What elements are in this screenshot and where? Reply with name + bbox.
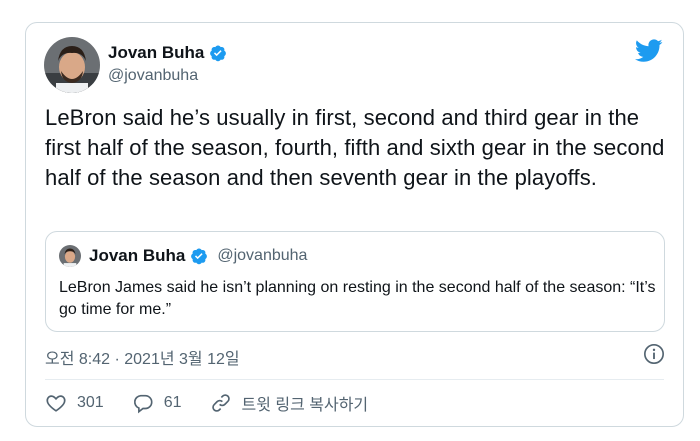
author-name[interactable]: Jovan Buha — [108, 43, 204, 63]
author-handle[interactable]: @jovanbuha — [108, 67, 198, 85]
twitter-bird-icon[interactable] — [634, 39, 663, 63]
verified-badge-icon — [190, 247, 208, 265]
reply-count: 61 — [163, 394, 182, 411]
reply-bubble-icon — [133, 394, 153, 414]
reply-button[interactable]: 61 — [132, 392, 182, 414]
author-avatar[interactable] — [44, 37, 100, 93]
quoted-author-handle: @jovanbuha — [217, 247, 308, 264]
author-name-row: Jovan Buha — [108, 43, 227, 63]
copy-link-label: 트윗 링크 복사하기 — [241, 397, 369, 414]
copy-link-button[interactable]: 트윗 링크 복사하기 — [210, 391, 369, 415]
tweet-actions: 301 61 트윗 링크 복사하기 — [45, 391, 396, 415]
quoted-header: Jovan Buha @jovanbuha — [89, 246, 307, 266]
heart-icon — [46, 395, 66, 412]
quoted-tweet[interactable]: Jovan Buha @jovanbuha LeBron James said … — [45, 231, 665, 332]
quoted-author-name: Jovan Buha — [89, 246, 186, 265]
tweet-card[interactable]: Jovan Buha @jovanbuha LeBron said he’s u… — [25, 22, 684, 427]
quoted-tweet-text: LeBron James said he isn’t planning on r… — [59, 279, 656, 318]
like-count: 301 — [77, 394, 104, 411]
like-button[interactable]: 301 — [45, 392, 104, 414]
tweet-text: LeBron said he’s usually in first, secon… — [45, 105, 665, 190]
tweet-timestamp[interactable]: 오전 8:42 · 2021년 3월 12일 — [45, 345, 240, 369]
quoted-author-avatar — [59, 245, 81, 267]
link-icon — [211, 394, 230, 412]
verified-badge-icon — [209, 44, 227, 62]
info-icon[interactable] — [643, 343, 665, 365]
actions-divider — [45, 379, 664, 380]
